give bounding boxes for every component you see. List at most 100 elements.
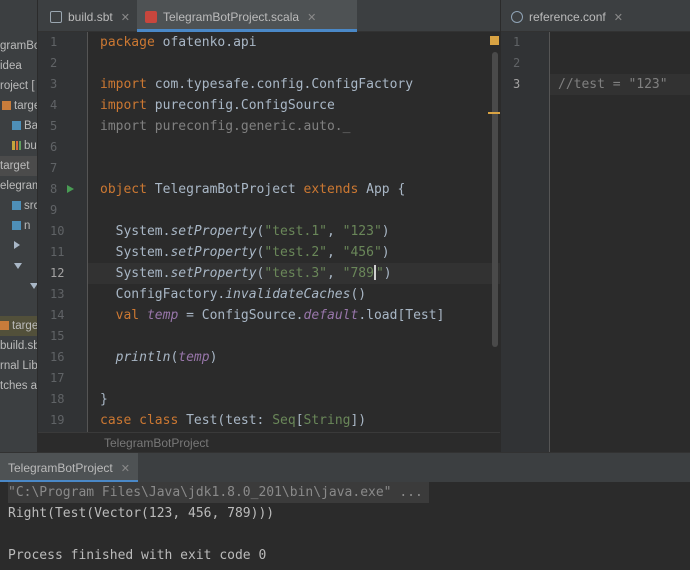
code-line[interactable]: package ofatenko.api [100, 32, 257, 53]
tree-item[interactable]: n [0, 216, 37, 236]
sbt-file-icon [50, 11, 62, 23]
code-line[interactable]: //test = "123" [558, 74, 668, 95]
tree-item-label: targe [12, 320, 38, 332]
close-icon[interactable]: ✕ [121, 463, 130, 475]
tree-item[interactable]: idea [0, 56, 37, 76]
tree-item-label: gramBo [0, 40, 38, 52]
run-console[interactable]: "C:\Program Files\Java\jdk1.8.0_201\bin\… [0, 482, 690, 570]
tree-item[interactable]: target [0, 156, 37, 176]
sbt-bars-icon [12, 141, 21, 150]
run-tool-window-bar: TelegramBotProject ✕ [0, 452, 690, 483]
console-output-line: Right(Test(Vector(123, 456, 789))) [8, 506, 275, 521]
line-number: 16 [50, 350, 65, 364]
editor-tab-bar: build.sbt ✕ TelegramBotProject.scala ✕ [38, 0, 500, 32]
tree-item[interactable]: roject [ [0, 76, 37, 96]
line-number: 3 [513, 77, 521, 91]
tree-item[interactable]: buil [0, 136, 37, 156]
tree-item-label: tches a [0, 380, 38, 392]
tree-item[interactable] [0, 296, 37, 316]
code-line[interactable]: import pureconfig.ConfigSource [100, 95, 335, 116]
code-line[interactable]: import pureconfig.generic.auto._ [100, 116, 350, 137]
console-output-line: Process finished with exit code 0 [8, 548, 267, 563]
close-icon[interactable]: ✕ [121, 12, 130, 24]
tree-item[interactable] [0, 256, 37, 276]
tree-item-label: rnal Lib [0, 360, 38, 372]
tree-item[interactable]: targe [0, 96, 37, 116]
line-number: 4 [50, 98, 58, 112]
tree-item[interactable]: rnal Lib [0, 356, 38, 376]
line-number: 6 [50, 140, 58, 154]
tree-item-label: n [24, 220, 31, 232]
folder-blue-icon [12, 201, 21, 210]
close-icon[interactable]: ✕ [614, 12, 623, 24]
tree-item[interactable]: targe [0, 316, 38, 336]
line-number: 15 [50, 329, 65, 343]
tree-item[interactable]: src [0, 196, 37, 216]
chevron-down-icon[interactable] [30, 283, 37, 289]
tree-item[interactable] [0, 236, 37, 256]
tab-telegrambotproject-scala[interactable]: TelegramBotProject.scala ✕ [137, 0, 357, 32]
line-number: 18 [50, 392, 65, 406]
breadcrumb[interactable]: TelegramBotProject [38, 432, 500, 452]
console-command-line: "C:\Program Files\Java\jdk1.8.0_201\bin\… [8, 482, 429, 503]
line-number: 14 [50, 308, 65, 322]
line-number: 11 [50, 245, 65, 259]
line-number: 5 [50, 119, 58, 133]
line-number: 2 [513, 56, 521, 70]
tree-item-label: roject [ [0, 80, 35, 92]
tab-build-sbt[interactable]: build.sbt ✕ [46, 0, 134, 32]
chevron-right-icon[interactable] [14, 241, 20, 249]
code-line[interactable]: } [100, 389, 108, 410]
line-number: 12 [50, 266, 65, 280]
tree-item[interactable]: elegram [0, 176, 38, 196]
line-number-gutter: 1 2 3 [501, 32, 550, 452]
right-editor-tab-bar: reference.conf ✕ [501, 0, 690, 32]
folder-orange-icon [0, 321, 9, 330]
close-icon[interactable]: ✕ [307, 12, 316, 24]
code-line[interactable]: System.setProperty("test.3", "789 ") [100, 263, 392, 284]
project-tree[interactable]: gramBo idea roject [ targe Base buil target ele… [0, 0, 38, 452]
tree-item[interactable] [0, 276, 37, 296]
line-number: 8 [50, 182, 58, 196]
main-code-editor[interactable]: 1 2 3 4 5 6 7 8 9 10 11 12 13 14 15 16 17 18 19 package of… [38, 32, 500, 432]
scrollbar[interactable] [492, 52, 498, 347]
line-number: 19 [50, 413, 65, 427]
line-number: 7 [50, 161, 58, 175]
code-line[interactable]: System.setProperty("test.2", "456") [100, 242, 390, 263]
tab-label: TelegramBotProject.scala [163, 10, 300, 24]
line-number: 1 [513, 35, 521, 49]
line-number: 3 [50, 77, 58, 91]
scala-file-icon [145, 11, 157, 23]
code-line[interactable]: val temp = ConfigSource.default.load[Tes… [100, 305, 445, 326]
tree-item-label: idea [0, 60, 22, 72]
code-line[interactable]: import com.typesafe.config.ConfigFactory [100, 74, 413, 95]
conf-file-icon [511, 11, 523, 23]
run-gutter-icon[interactable] [67, 185, 74, 193]
tree-item[interactable]: gramBo [0, 36, 38, 56]
run-tab[interactable]: TelegramBotProject ✕ [0, 453, 138, 483]
reference-conf-editor[interactable]: 1 2 3 //test = "123" [501, 32, 690, 452]
code-line[interactable]: case class Test(test: Seq[String]) [100, 410, 366, 431]
chevron-down-icon[interactable] [14, 263, 22, 269]
line-number: 9 [50, 203, 58, 217]
folder-blue-icon [12, 221, 21, 230]
line-number: 17 [50, 371, 65, 385]
tree-item-label: Base [24, 120, 38, 132]
line-number: 2 [50, 56, 58, 70]
tree-item[interactable]: build.sb [0, 336, 38, 356]
tree-item-label: target [0, 160, 30, 172]
tab-label: reference.conf [529, 10, 606, 24]
code-line[interactable]: println(temp) [100, 347, 218, 368]
tab-reference-conf[interactable]: reference.conf ✕ [507, 0, 627, 32]
tree-item-label: elegram [0, 180, 38, 192]
line-number: 10 [50, 224, 65, 238]
warning-marker-icon [490, 36, 499, 45]
line-number: 13 [50, 287, 65, 301]
line-number-gutter: 1 2 3 4 5 6 7 8 9 10 11 12 13 14 15 16 17 18 19 [38, 32, 88, 432]
tree-item[interactable]: Base [0, 116, 38, 136]
tree-item[interactable]: tches a [0, 376, 38, 396]
code-line[interactable]: object TelegramBotProject extends App { [100, 179, 405, 200]
code-line[interactable]: System.setProperty("test.1", "123") [100, 221, 390, 242]
tree-item-label: build.sb [0, 340, 38, 352]
code-line[interactable]: ConfigFactory.invalidateCaches() [100, 284, 366, 305]
